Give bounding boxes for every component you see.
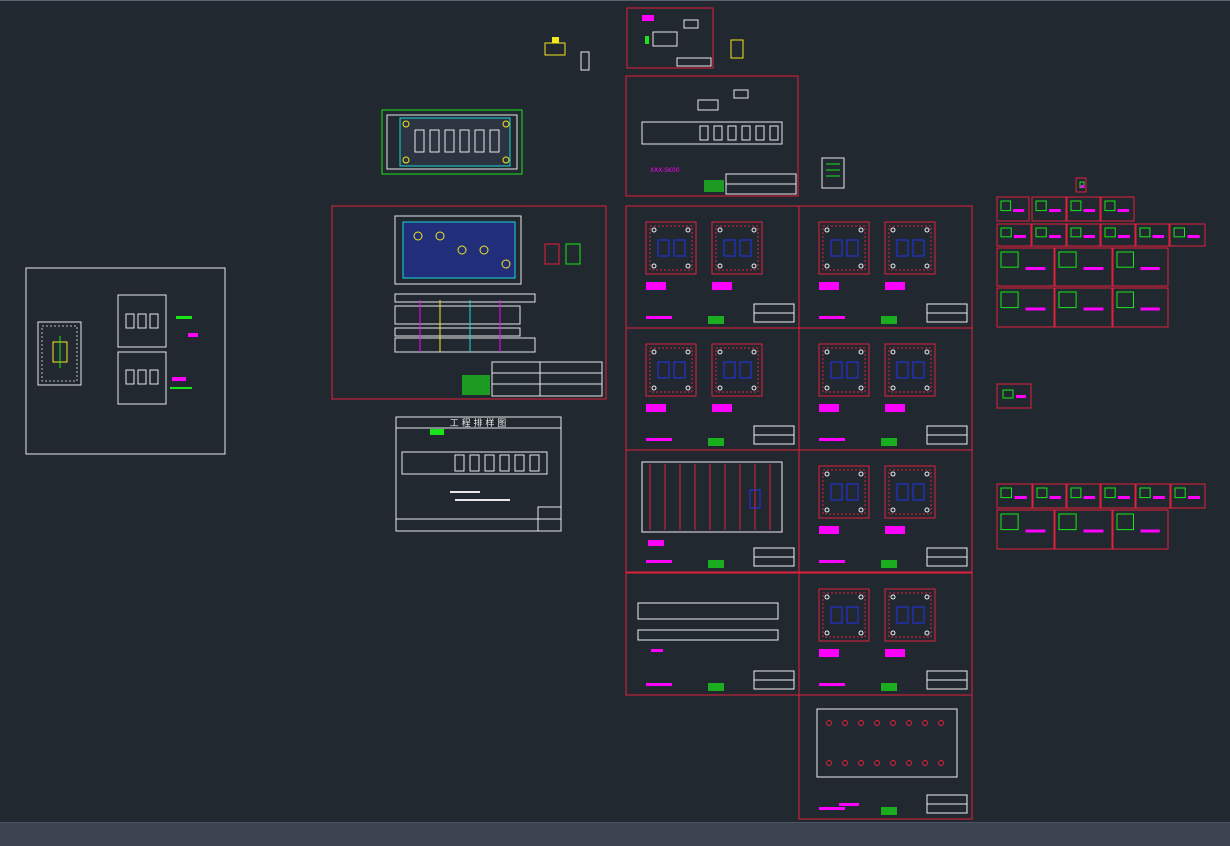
plate-sheet	[625, 205, 800, 329]
part-detail-sheet	[1066, 483, 1101, 509]
plate-drawing-grid[interactable]	[625, 205, 973, 820]
part-detail-sheet	[996, 247, 1055, 287]
plate-sheet	[625, 449, 800, 573]
plate-sheet	[798, 205, 973, 329]
part-detail-sheet	[996, 483, 1033, 509]
strip-layout-sheet[interactable]: XXX-SK00	[625, 75, 799, 197]
strip-assembly-top-view[interactable]	[381, 109, 523, 175]
part-detail-sheet	[996, 509, 1055, 550]
part-detail-sheet	[1075, 177, 1087, 193]
part-detail-sheet	[1032, 483, 1067, 509]
plate-sheet	[798, 449, 973, 573]
part-detail-sheet	[996, 223, 1032, 247]
part-detail-sheet	[1031, 223, 1067, 247]
cad-drawing-canvas[interactable]: 工 程 排 样 图 XXX-SK00	[0, 0, 1230, 822]
process-strip-layout-sheet[interactable]: 工 程 排 样 图	[395, 416, 562, 532]
single-part-detail[interactable]	[996, 383, 1032, 409]
part-detail-sheet	[1066, 196, 1101, 222]
part-detail-sheet	[996, 287, 1055, 328]
part-detail-sheet	[1100, 223, 1136, 247]
plate-sheet	[625, 572, 800, 696]
mold-number-label: XXX-SK00	[650, 167, 680, 174]
part-detail-sheet	[996, 196, 1030, 222]
plate-sheet	[625, 327, 800, 451]
part-detail-sheet	[1066, 223, 1101, 247]
part-detail-sheet	[1169, 223, 1206, 247]
plate-sheet	[798, 327, 973, 451]
part-detail-sheet	[1112, 247, 1169, 287]
status-bar	[0, 822, 1230, 846]
mold-assembly-drawing-sheet[interactable]	[331, 205, 607, 400]
part-detail-sheet	[1054, 287, 1113, 328]
part-detail-sheet	[1100, 483, 1136, 509]
part-details-cluster-lower[interactable]	[996, 483, 1206, 550]
part-details-cluster-upper[interactable]	[996, 177, 1206, 328]
part-detail-sheet	[1054, 247, 1113, 287]
part-detail-sheet	[1135, 223, 1170, 247]
left-layout-sheet[interactable]	[25, 267, 226, 455]
part-detail-sheet	[1100, 196, 1135, 222]
process-sheet-title: 工 程 排 样 图	[450, 417, 506, 429]
part-detail-sheet	[1170, 483, 1206, 509]
note-block[interactable]	[821, 157, 845, 189]
part-detail-sheet	[1135, 483, 1171, 509]
plate-sheet	[798, 572, 973, 696]
part-detail-sheet	[1112, 509, 1169, 550]
part-drawing-sheet-small[interactable]	[626, 7, 714, 69]
part-detail-sheet	[1031, 196, 1067, 222]
plate-sheet	[798, 694, 973, 820]
part-detail-sheet	[1054, 509, 1113, 550]
part-detail-sheet	[1112, 287, 1169, 328]
